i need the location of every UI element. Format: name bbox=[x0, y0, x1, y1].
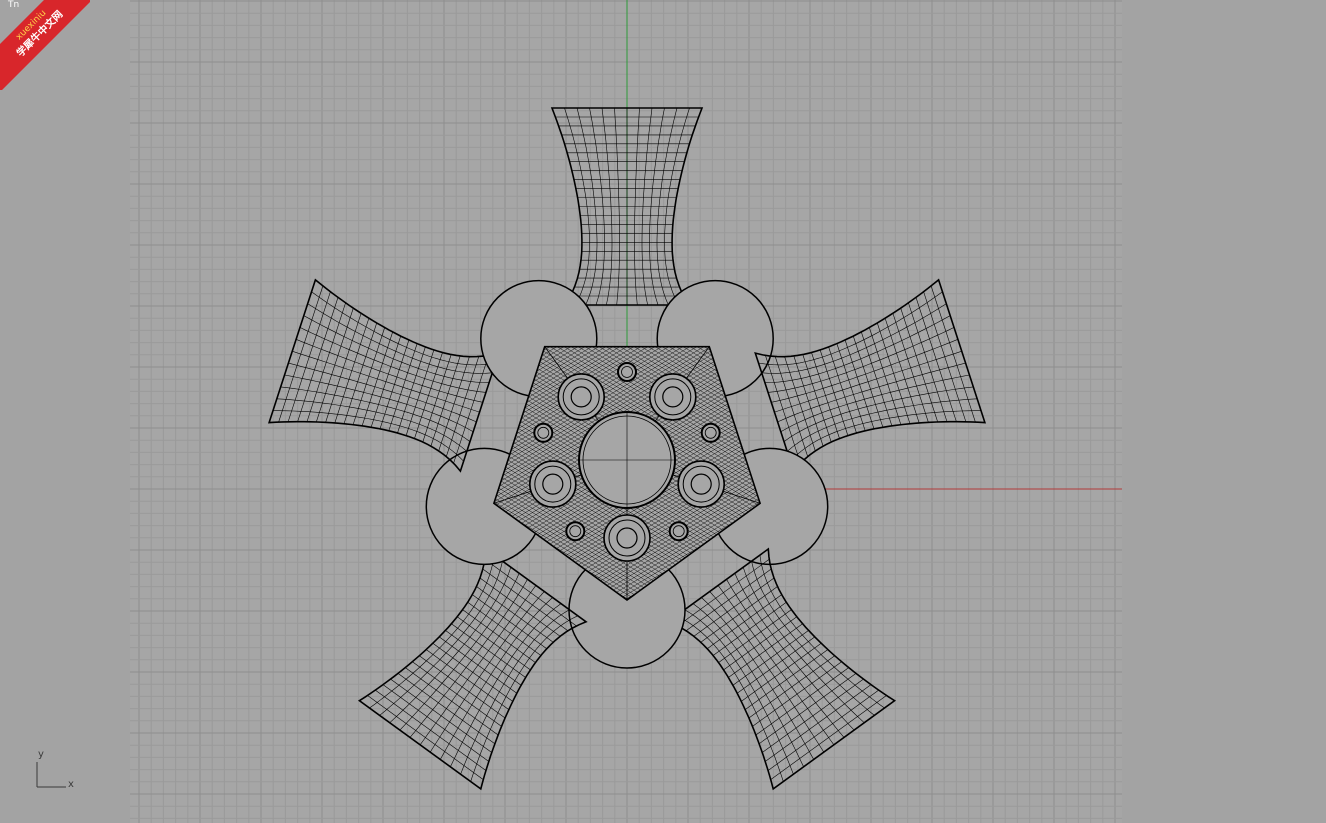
small-hole[interactable] bbox=[700, 422, 721, 443]
lug-hole[interactable] bbox=[557, 373, 606, 421]
axis-widget-x-label: x bbox=[68, 779, 74, 790]
axis-widget-icon bbox=[36, 762, 66, 788]
viewport-canvas[interactable] bbox=[0, 0, 1326, 823]
small-hole[interactable] bbox=[668, 521, 689, 542]
lug-hole[interactable] bbox=[528, 460, 577, 508]
small-hole[interactable] bbox=[565, 521, 586, 542]
axis-widget-y-label: y bbox=[38, 749, 44, 760]
top-viewport[interactable]: y x bbox=[0, 0, 1326, 823]
lug-hole[interactable] bbox=[603, 514, 651, 562]
lug-hole[interactable] bbox=[677, 460, 726, 508]
lug-hole[interactable] bbox=[648, 373, 697, 421]
small-hole[interactable] bbox=[617, 362, 637, 382]
small-hole[interactable] bbox=[533, 422, 554, 443]
